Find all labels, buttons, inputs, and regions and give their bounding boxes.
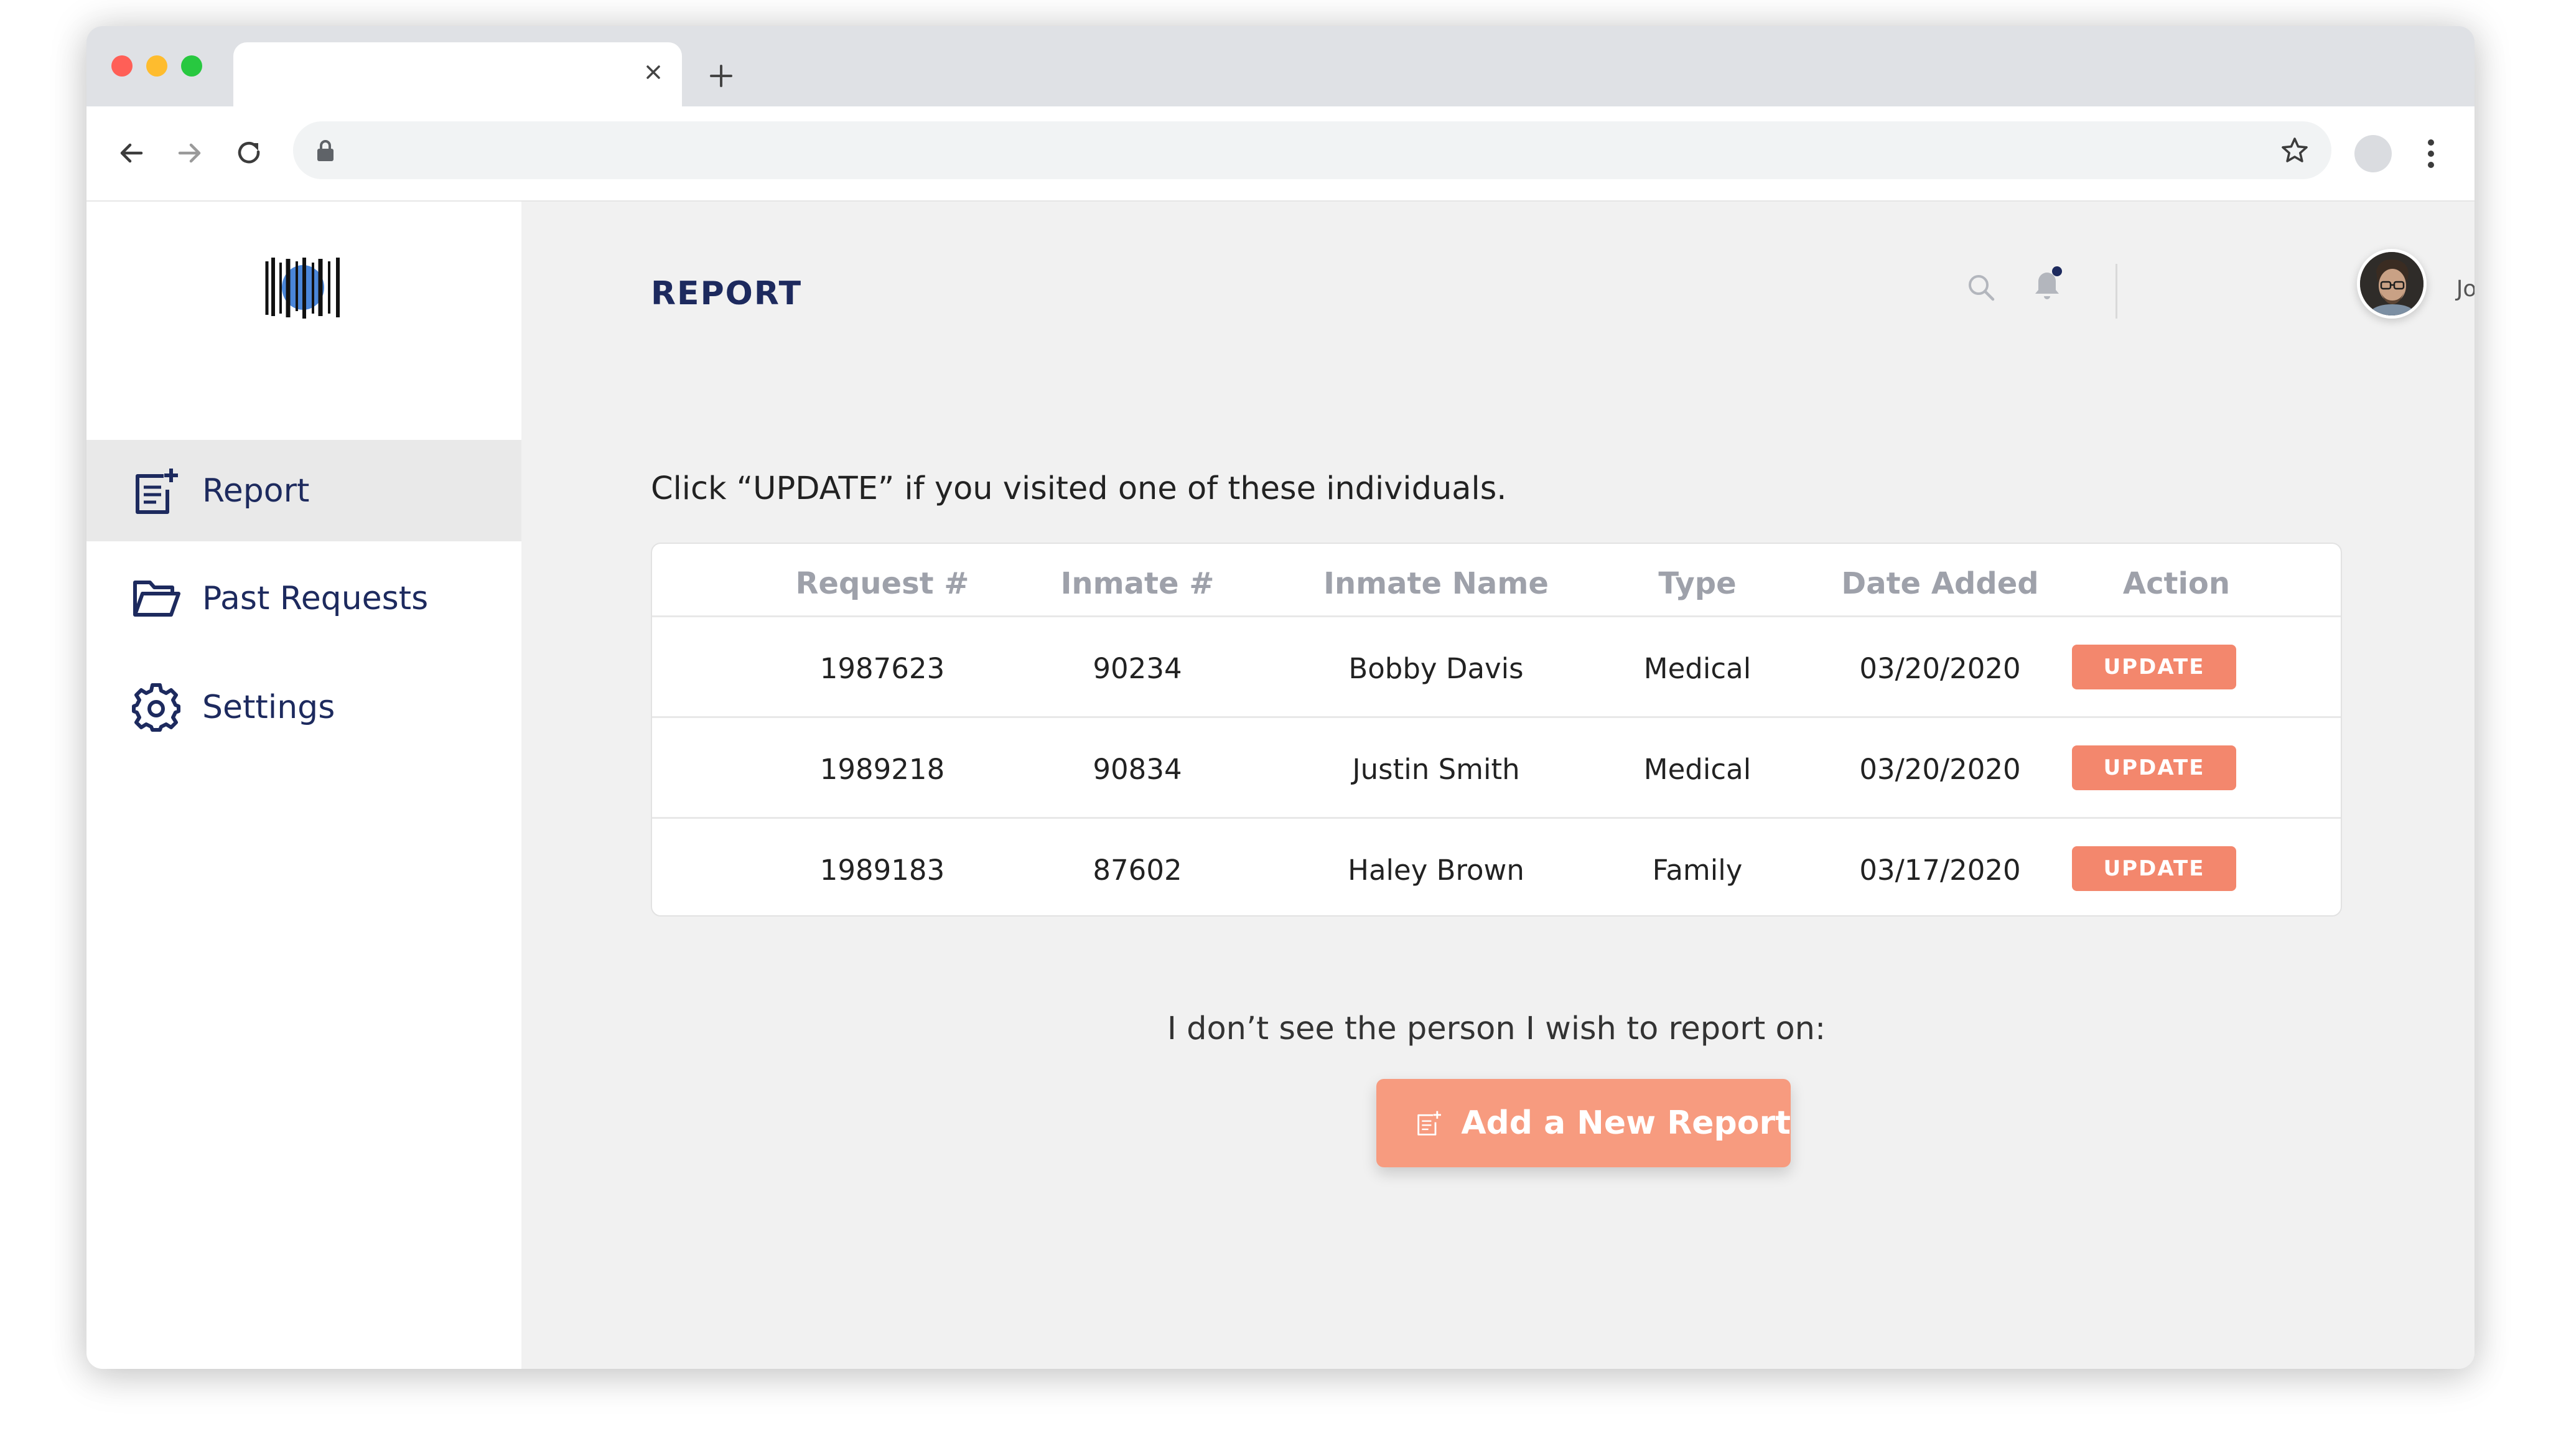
update-button[interactable]: UPDATE [2072, 645, 2236, 689]
date-added: 03/20/2020 [1859, 753, 2021, 786]
browser-menu-button[interactable] [2419, 134, 2443, 174]
column-header-date-added: Date Added [1841, 566, 2039, 601]
sidebar-item-past-requests[interactable]: Past Requests [86, 548, 521, 649]
request-type: Family [1652, 854, 1743, 887]
bell-icon [2035, 266, 2062, 299]
update-button[interactable]: UPDATE [2072, 846, 2236, 891]
address-bar[interactable] [293, 121, 2331, 179]
instruction-text: Click “UPDATE” if you visited one of the… [651, 470, 1507, 507]
sidebar-item-report[interactable]: Report [86, 440, 521, 541]
request-number: 1989218 [819, 753, 945, 786]
notifications-button[interactable] [2028, 264, 2068, 304]
add-new-report-label: Add a New Report [1461, 1104, 1791, 1142]
table-row: 1987623 90234 Bobby Davis Medical 03/20/… [652, 617, 2341, 718]
sidebar: Report Past Requests Settings [86, 202, 521, 1369]
report-add-icon [136, 468, 178, 514]
gear-icon [132, 683, 180, 732]
reload-icon [238, 142, 260, 164]
inmate-number: 90834 [1093, 753, 1182, 786]
sidebar-item-label: Past Requests [202, 579, 429, 617]
arrow-left-icon [120, 143, 143, 163]
close-icon [646, 65, 660, 79]
add-new-report-button[interactable]: Add a New Report [1376, 1079, 1791, 1167]
report-add-icon [1417, 1111, 1441, 1136]
column-header-inmate-number: Inmate # [1060, 566, 1215, 601]
sidebar-item-label: Settings [202, 688, 335, 726]
no-person-text: I don’t see the person I wish to report … [1167, 1010, 1826, 1047]
column-header-action: Action [2122, 566, 2231, 601]
close-window-button[interactable] [111, 55, 133, 77]
column-header-request: Request # [795, 566, 969, 601]
request-type: Medical [1643, 652, 1752, 685]
date-added: 03/20/2020 [1859, 652, 2021, 685]
new-tab-button[interactable] [702, 57, 740, 95]
inmate-number: 87602 [1093, 854, 1182, 887]
sidebar-item-settings[interactable]: Settings [86, 656, 521, 758]
browser-toolbar [86, 106, 2475, 202]
browser-tab[interactable] [233, 42, 682, 106]
table-row: 1989183 87602 Haley Brown Family 03/17/2… [652, 819, 2341, 920]
lock-icon [317, 140, 334, 161]
barcode-logo [265, 258, 340, 319]
inmate-name: Justin Smith [1352, 753, 1520, 786]
arrow-right-icon [178, 143, 201, 163]
folder-open-icon [133, 580, 180, 617]
update-button[interactable]: UPDATE [2072, 745, 2236, 790]
column-header-type: Type [1658, 566, 1737, 601]
requests-table: Request # Inmate # Inmate Name Type Date… [651, 543, 2342, 917]
header-divider [2116, 264, 2117, 319]
table-row: 1989218 90834 Justin Smith Medical 03/20… [652, 718, 2341, 819]
request-type: Medical [1643, 753, 1752, 786]
inmate-number: 90234 [1093, 652, 1182, 685]
user-name[interactable]: Jones Ferdinand [2456, 276, 2475, 302]
user-photo [2360, 252, 2423, 315]
column-header-inmate-name: Inmate Name [1323, 566, 1549, 601]
kebab-menu-icon [2428, 139, 2434, 168]
request-number: 1989183 [819, 854, 945, 887]
inmate-name: Bobby Davis [1348, 652, 1524, 685]
avatar[interactable] [2357, 249, 2427, 319]
minimize-window-button[interactable] [146, 55, 167, 77]
inmate-name: Haley Brown [1348, 854, 1524, 887]
search-button[interactable] [1961, 268, 2001, 307]
tab-close-button[interactable] [640, 58, 667, 86]
back-button[interactable] [111, 133, 151, 173]
star-icon [2282, 138, 2308, 162]
date-added: 03/17/2020 [1859, 854, 2021, 887]
search-icon [1969, 275, 1995, 301]
browser-window: Report Past Requests Settings REPORT Jo … [86, 26, 2475, 1369]
plus-icon [710, 65, 732, 87]
tab-strip [86, 26, 2475, 106]
request-number: 1987623 [819, 652, 945, 685]
reload-button[interactable] [230, 133, 269, 173]
profile-button[interactable] [2354, 135, 2392, 172]
sidebar-item-label: Report [202, 472, 310, 510]
forward-button[interactable] [170, 133, 210, 173]
maximize-window-button[interactable] [181, 55, 202, 77]
table-header: Request # Inmate # Inmate Name Type Date… [652, 544, 2341, 617]
page-title: REPORT [651, 275, 803, 312]
main-content: REPORT Jones Ferdinand [521, 202, 2475, 1369]
bookmark-button[interactable] [2279, 135, 2310, 166]
